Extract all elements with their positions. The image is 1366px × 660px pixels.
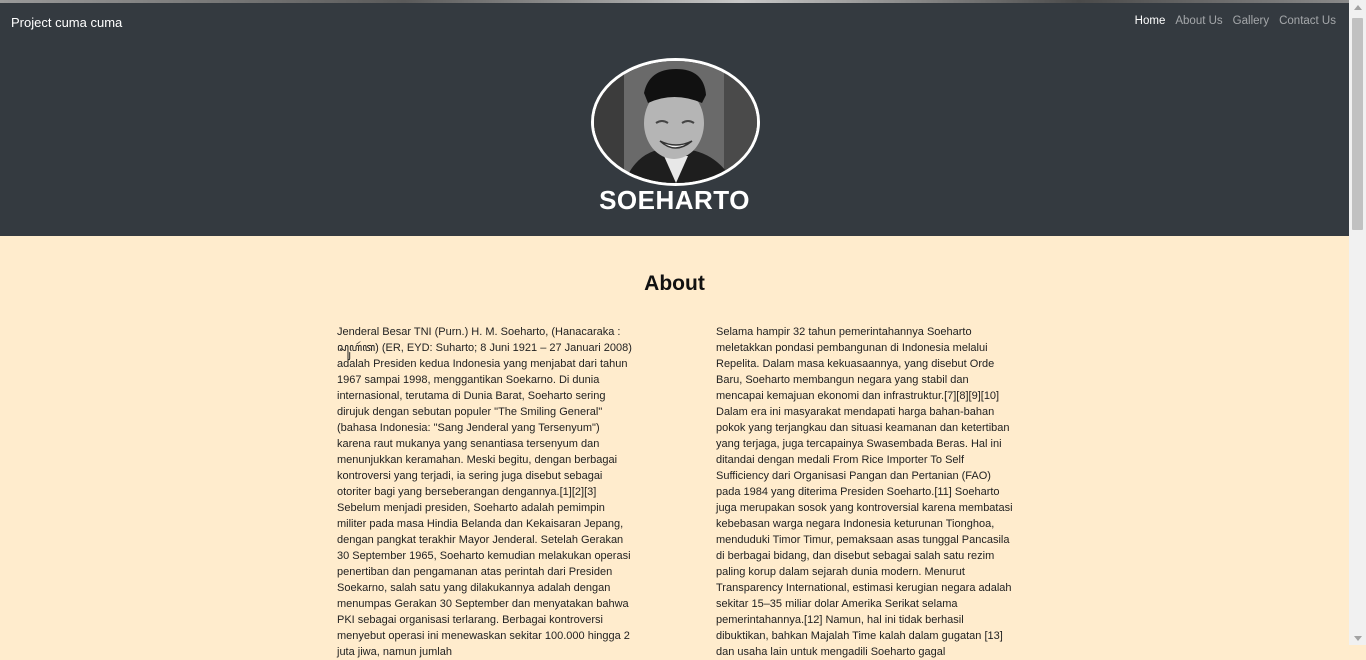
scrollbar-thumb[interactable] <box>1352 18 1363 230</box>
profile-photo <box>591 58 760 186</box>
nav-link-contact-us[interactable]: Contact Us <box>1279 15 1336 27</box>
site-header: Project cuma cuma Home About Us Gallery … <box>0 3 1349 236</box>
navbar-brand[interactable]: Project cuma cuma <box>11 15 122 30</box>
scroll-up-arrow-icon[interactable] <box>1354 5 1362 10</box>
portrait-image <box>594 61 757 183</box>
scroll-down-arrow-icon[interactable] <box>1354 636 1362 641</box>
page-scrollbar[interactable] <box>1349 0 1366 645</box>
nav-link-gallery[interactable]: Gallery <box>1233 15 1269 27</box>
about-text-column-2: Selama hampir 32 tahun pemerintahannya S… <box>716 326 1013 658</box>
about-heading: About <box>644 272 705 295</box>
hero-title: SOEHARTO <box>599 185 750 215</box>
about-section: About Jenderal Besar TNI (Purn.) H. M. S… <box>0 236 1349 658</box>
main-nav: Home About Us Gallery Contact Us <box>1135 15 1336 27</box>
about-text-column-1: Jenderal Besar TNI (Purn.) H. M. Soehart… <box>337 326 632 658</box>
nav-link-about-us[interactable]: About Us <box>1175 15 1222 27</box>
nav-link-home[interactable]: Home <box>1135 15 1166 27</box>
